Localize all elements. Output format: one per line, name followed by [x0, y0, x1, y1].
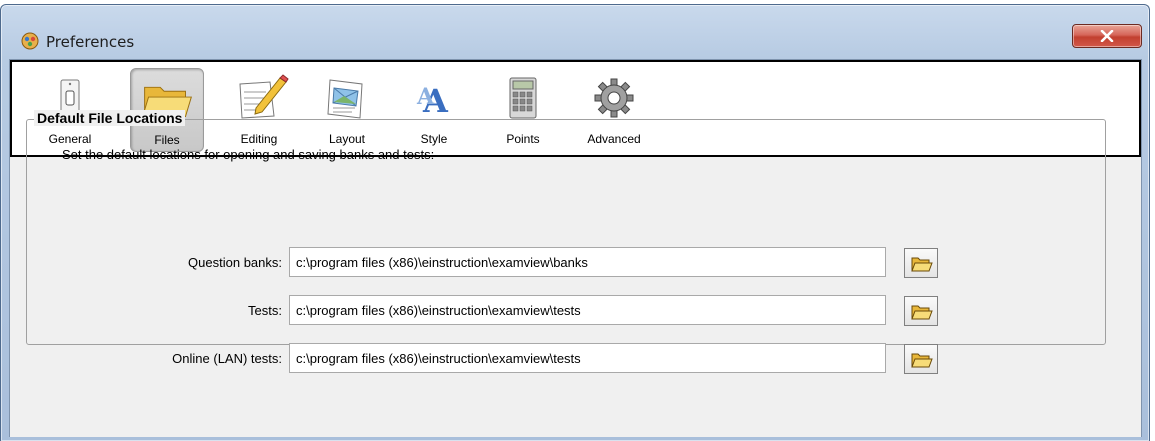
examview-app-icon: [21, 32, 39, 50]
online-lan-tests-label: Online (LAN) tests:: [172, 351, 282, 366]
open-folder-icon: [911, 305, 933, 320]
close-button[interactable]: [1072, 24, 1142, 48]
open-folder-icon: [911, 353, 933, 368]
title-bar[interactable]: Preferences: [1, 5, 1149, 61]
question-banks-label: Question banks:: [188, 255, 282, 270]
pencil-paper-icon: [239, 74, 289, 119]
font-style-icon: A A: [416, 82, 449, 120]
online-lan-tests-browse-button[interactable]: [904, 344, 938, 374]
gear-icon: [594, 78, 634, 118]
question-banks-browse-button[interactable]: [904, 248, 938, 278]
window-title: Preferences: [46, 33, 135, 51]
calculator-icon: [509, 77, 537, 119]
layout-page-icon: [327, 79, 363, 119]
close-icon: [1100, 30, 1114, 42]
description-text: Set the default locations for opening an…: [62, 147, 435, 162]
tests-label: Tests:: [248, 303, 282, 318]
question-banks-path-input[interactable]: [289, 247, 886, 277]
open-folder-icon: [911, 257, 933, 272]
online-lan-tests-path-input[interactable]: [289, 343, 886, 373]
group-title: Default File Locations: [34, 110, 186, 126]
tests-browse-button[interactable]: [904, 296, 938, 326]
svg-text:A: A: [416, 84, 435, 110]
tests-path-input[interactable]: [289, 295, 886, 325]
